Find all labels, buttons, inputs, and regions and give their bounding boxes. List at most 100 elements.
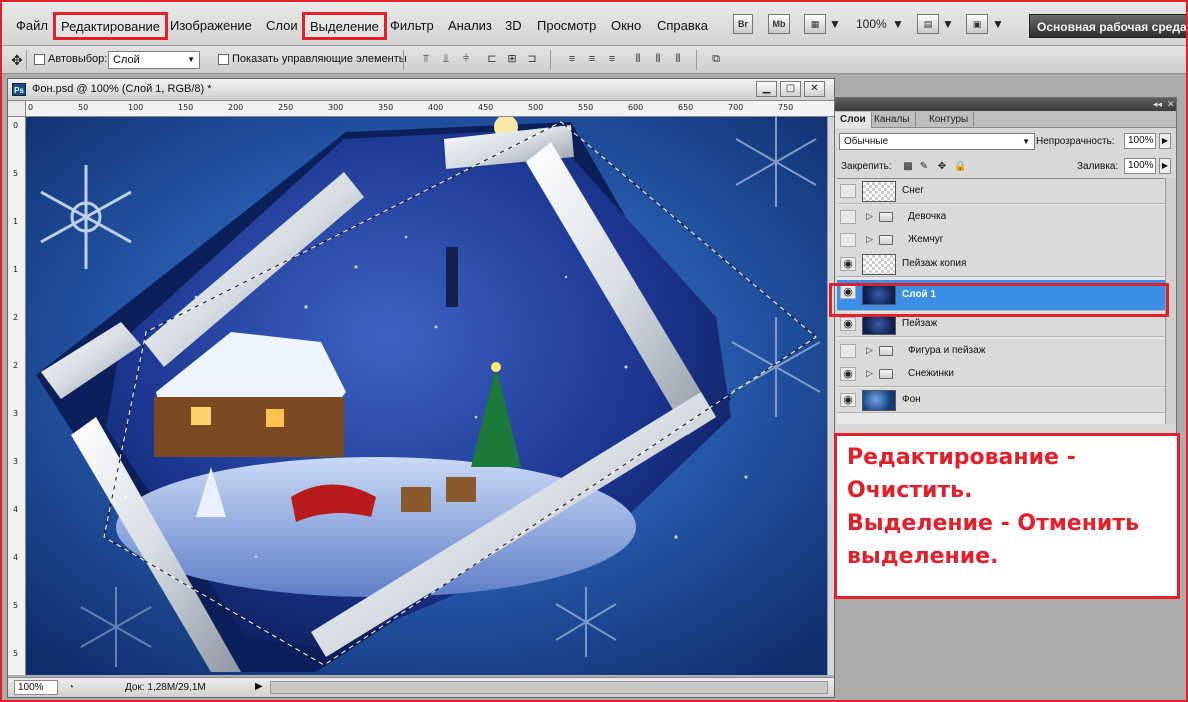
- layer-row[interactable]: ◉ ▷ Снежинки: [837, 362, 1165, 387]
- zoom-dropdown[interactable]: 100%: [856, 14, 887, 34]
- document-titlebar[interactable]: Ps Фон.psd @ 100% (Слой 1, RGB/8) * ▁ ▢ …: [8, 79, 834, 101]
- panel-header[interactable]: ◂◂ ✕: [835, 98, 1176, 111]
- expand-group-icon[interactable]: ▷: [866, 211, 873, 222]
- layer-row[interactable]: ◉ ▷ Девочка: [837, 205, 1165, 230]
- document-window: Ps Фон.psd @ 100% (Слой 1, RGB/8) * ▁ ▢ …: [7, 78, 835, 698]
- eye-icon[interactable]: ◉: [840, 317, 856, 331]
- menu-select[interactable]: Выделение: [302, 12, 387, 40]
- ruler-tick-label: 450: [478, 103, 494, 112]
- lock-position-icon[interactable]: ✥: [936, 161, 948, 173]
- expand-group-icon[interactable]: ▷: [866, 345, 873, 356]
- align-bottom-icon[interactable]: ⫩: [458, 52, 474, 66]
- eye-icon[interactable]: ◉: [840, 184, 856, 198]
- expand-group-icon[interactable]: ▷: [866, 234, 873, 245]
- align-hcenter-icon[interactable]: ⊞: [504, 52, 520, 66]
- opacity-field[interactable]: 100%: [1124, 133, 1156, 149]
- close-button[interactable]: ✕: [804, 81, 825, 97]
- menu-window[interactable]: Окно: [611, 17, 641, 35]
- menu-view[interactable]: Просмотр: [537, 17, 596, 35]
- ruler-tick-label: 750: [778, 103, 794, 112]
- opacity-slider-button[interactable]: ▶: [1159, 133, 1171, 149]
- show-controls-checkbox[interactable]: [218, 54, 229, 65]
- ruler-tick-label: 0: [28, 103, 34, 112]
- horizontal-ruler[interactable]: 0 50 100 150 200 250 300 350 400 450 500 550 600 650 7…: [26, 101, 834, 117]
- eye-icon[interactable]: ◉: [840, 367, 856, 381]
- fill-slider-button[interactable]: ▶: [1159, 158, 1171, 174]
- layer-row[interactable]: ◉ Пейзаж копия: [837, 252, 1165, 277]
- lock-transparency-icon[interactable]: ▩: [902, 161, 914, 173]
- fill-field[interactable]: 100%: [1124, 158, 1156, 174]
- canvas[interactable]: [26, 117, 827, 675]
- zoom-field[interactable]: 100%: [14, 680, 58, 695]
- chevron-down-icon[interactable]: ▼: [992, 14, 1004, 34]
- minimize-button[interactable]: ▁: [756, 81, 777, 97]
- status-info-icon[interactable]: ◔: [64, 680, 78, 695]
- layer-name: Пейзаж копия: [902, 258, 967, 269]
- align-top-icon[interactable]: ⫪: [418, 52, 434, 66]
- eye-icon[interactable]: ◉: [840, 233, 856, 247]
- distribute-left-icon[interactable]: ⦀: [630, 52, 646, 66]
- align-right-icon[interactable]: ⊐: [524, 52, 540, 66]
- horizontal-scrollbar[interactable]: [270, 681, 828, 694]
- align-vcenter-icon[interactable]: ⫫: [438, 52, 454, 66]
- menu-analysis[interactable]: Анализ: [448, 17, 492, 35]
- chevron-down-icon[interactable]: ▼: [892, 14, 904, 34]
- instruction-note: Редактирование - Очистить. Выделение - Отм…: [834, 433, 1180, 599]
- menu-filter[interactable]: Фильтр: [390, 17, 434, 35]
- ruler-tick-label: 3: [13, 457, 19, 466]
- arrange-documents-icon[interactable]: ▤: [917, 14, 939, 34]
- workspace-button[interactable]: Основная рабочая среда: [1029, 14, 1188, 38]
- chevron-down-icon[interactable]: ▼: [942, 14, 954, 34]
- bridge-icon[interactable]: Br: [733, 14, 753, 34]
- lock-paint-icon[interactable]: ✎: [918, 161, 930, 173]
- layer-row[interactable]: ◉ Снег: [837, 179, 1165, 204]
- autoselect-checkbox[interactable]: [34, 54, 45, 65]
- tab-paths[interactable]: Контуры: [924, 112, 975, 128]
- status-menu-arrow-icon[interactable]: ▶: [255, 681, 263, 692]
- ruler-tick-label: 650: [678, 103, 694, 112]
- tab-layers[interactable]: Слои: [835, 112, 872, 128]
- layer-row[interactable]: ◉ ▷ Фигура и пейзаж: [837, 339, 1165, 364]
- distribute-hcenter-icon[interactable]: ⦀: [650, 52, 666, 66]
- distribute-vcenter-icon[interactable]: ≡: [584, 52, 600, 66]
- menu-help[interactable]: Справка: [657, 17, 708, 35]
- ruler-corner[interactable]: [8, 101, 26, 117]
- ruler-tick-label: 700: [728, 103, 744, 112]
- menu-file[interactable]: Файл: [16, 17, 48, 35]
- film-strip-icon[interactable]: ▦: [804, 14, 826, 34]
- layer-name: Пейзаж: [902, 318, 938, 329]
- distribute-bottom-icon[interactable]: ≡: [604, 52, 620, 66]
- expand-group-icon[interactable]: ▷: [866, 368, 873, 379]
- minibridge-icon[interactable]: Mb: [768, 14, 790, 34]
- tab-channels[interactable]: Каналы: [869, 112, 916, 128]
- vertical-scrollbar[interactable]: [827, 117, 834, 675]
- eye-icon[interactable]: ◉: [840, 210, 856, 224]
- lock-all-icon[interactable]: 🔒: [954, 161, 966, 173]
- eye-icon[interactable]: ◉: [840, 393, 856, 407]
- layer-row[interactable]: ◉ Фон: [837, 388, 1165, 413]
- eye-icon[interactable]: ◉: [840, 344, 856, 358]
- close-panel-icon[interactable]: ✕: [1167, 99, 1175, 110]
- maximize-button[interactable]: ▢: [780, 81, 801, 97]
- menu-image[interactable]: Изображение: [170, 17, 252, 35]
- move-tool-icon[interactable]: ✥: [6, 50, 28, 70]
- blend-mode-select[interactable]: Обычные ▼: [839, 133, 1035, 150]
- ruler-tick-label: 300: [328, 103, 344, 112]
- layer-row[interactable]: ◉ ▷ Жемчуг: [837, 228, 1165, 253]
- distribute-top-icon[interactable]: ≡: [564, 52, 580, 66]
- menu-layer[interactable]: Слои: [266, 17, 298, 35]
- collapse-icon[interactable]: ◂◂: [1153, 99, 1162, 110]
- lock-label: Закрепить:: [841, 161, 892, 172]
- screen-mode-icon[interactable]: ▣: [966, 14, 988, 34]
- auto-align-icon[interactable]: ⧉: [708, 52, 724, 66]
- menu-edit[interactable]: Редактирование: [53, 12, 169, 40]
- vertical-ruler[interactable]: 0 5 1 1 2 2 3 3 4 4 5 5: [8, 117, 26, 675]
- ruler-tick-label: 3: [13, 409, 19, 418]
- autoselect-select[interactable]: Слой ▼: [108, 51, 200, 69]
- house-wall: [154, 397, 344, 457]
- align-left-icon[interactable]: ⊏: [484, 52, 500, 66]
- eye-icon[interactable]: ◉: [840, 257, 856, 271]
- chevron-down-icon[interactable]: ▼: [829, 14, 841, 34]
- distribute-right-icon[interactable]: ⦀: [670, 52, 686, 66]
- menu-3d[interactable]: 3D: [505, 17, 522, 35]
